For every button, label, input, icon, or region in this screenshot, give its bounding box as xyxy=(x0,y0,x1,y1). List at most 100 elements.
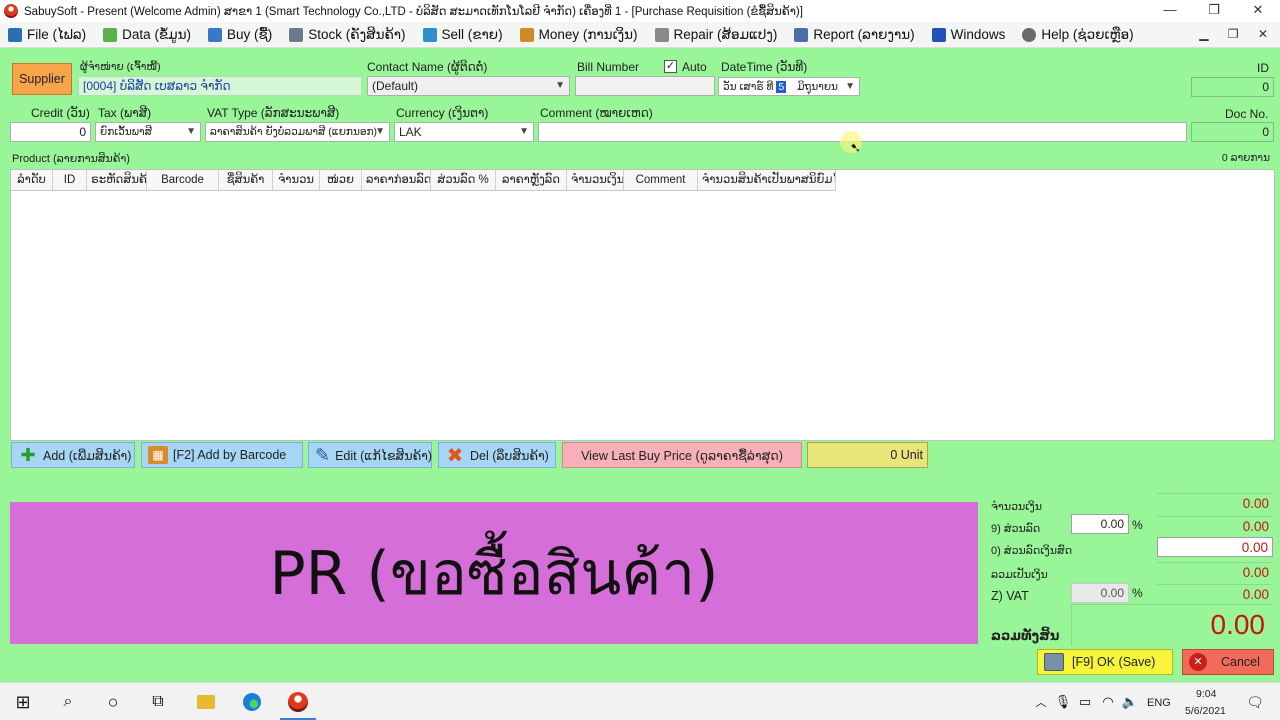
close-icon[interactable]: ✕ xyxy=(1236,0,1280,22)
currency-select[interactable]: LAK ▼ xyxy=(394,122,534,142)
microphone-icon[interactable]: 🎙 xyxy=(1053,692,1073,712)
wifi-icon[interactable]: ◠ xyxy=(1098,692,1118,712)
task-view-icon[interactable]: ⧉ xyxy=(148,692,168,712)
battery-icon[interactable]: ▭ xyxy=(1075,692,1095,712)
comment-input[interactable] xyxy=(538,122,1187,142)
add-by-barcode-button[interactable]: ▦ [F2] Add by Barcode xyxy=(141,442,303,468)
menu-stock[interactable]: Stock (ຄັງສິນຄ້າ) xyxy=(281,27,414,43)
contact-select[interactable]: (Default) ▼ xyxy=(367,76,570,96)
vat-type-label: VAT Type (ລັກສະນະພາສີ) xyxy=(207,106,340,120)
col-name[interactable]: ຊື່ສິນຄ້າ xyxy=(219,170,273,190)
credit-input[interactable]: 0 xyxy=(10,122,91,142)
windows-start-icon[interactable]: ⊞ xyxy=(13,692,33,712)
cancel-button[interactable]: ✕ Cancel xyxy=(1182,649,1274,675)
clock-date[interactable]: 5/6/2021 xyxy=(1185,705,1226,717)
col-barcode[interactable]: Barcode xyxy=(147,170,219,190)
datetime-label: DateTime (ວັນທີ) xyxy=(721,60,808,74)
subtotal-label: ລວມເປັນເງິນ xyxy=(991,569,1048,581)
mdi-controls[interactable]: ▁ ❐ ✕ xyxy=(1199,27,1276,41)
edit-product-button[interactable]: ✎ Edit (ແກ້ໄຂສິນຄ້າ) xyxy=(308,442,432,468)
add-product-button[interactable]: ✚ Add (ເພີ່ມສິນຄ້າ) xyxy=(11,442,135,468)
taskbar: ⊞ ⌕ ○ ⧉ ︿ 🎙 ▭ ◠ 🔈 ENG 9:04 5/6/2021 🗨 xyxy=(0,682,1280,720)
edge-browser-icon[interactable] xyxy=(242,692,262,712)
menu-file[interactable]: File (ໄຟລ) xyxy=(0,27,95,43)
discount-pct-input[interactable]: 0.00 xyxy=(1071,514,1129,534)
col-price-before[interactable]: ລາຄາກ່ອນລົດ xyxy=(362,170,431,190)
menu-windows[interactable]: Windows xyxy=(924,27,1015,42)
app-icon xyxy=(4,4,18,18)
product-label: Product (ລາຍການສິນຄ້າ) xyxy=(12,153,130,165)
file-explorer-icon[interactable] xyxy=(196,692,216,712)
tax-select[interactable]: ຍົກເວັ້ນພາສີ ▼ xyxy=(95,122,201,142)
col-discount-pct[interactable]: ສ່ວນລົດ % xyxy=(431,170,496,190)
col-order[interactable]: ລໍາດັບ xyxy=(11,170,53,190)
window-title: SabuySoft - Present (Welcome Admin) ສາຂາ… xyxy=(24,6,803,18)
grand-total-label: ລວມທັງສິ້ນ xyxy=(991,628,1060,643)
data-menu-icon xyxy=(103,27,118,42)
supplier-field[interactable]: [0004] ບໍລິສັດ ເບສລາວ ຈໍາກັດ xyxy=(78,76,362,96)
minimize-icon[interactable]: — xyxy=(1148,0,1192,22)
pencil-icon: ✎ xyxy=(315,444,331,465)
cortana-icon[interactable]: ○ xyxy=(103,692,123,712)
cancel-icon: ✕ xyxy=(1189,653,1207,671)
chevron-down-icon: ▼ xyxy=(845,81,855,92)
auto-checkbox[interactable]: ✓ xyxy=(664,60,677,73)
datetime-day[interactable]: 5 xyxy=(776,81,787,93)
cash-discount-input[interactable]: 0.00 xyxy=(1157,537,1273,557)
vat-pct-sign: % xyxy=(1132,586,1143,600)
menu-help[interactable]: Help (ຊ່ວຍເຫຼືອ) xyxy=(1014,27,1142,43)
col-qty[interactable]: ຈໍານວນ xyxy=(273,170,320,190)
menu-buy[interactable]: Buy (ຊື້) xyxy=(200,27,281,43)
bill-number-input[interactable] xyxy=(575,76,715,96)
volume-icon[interactable]: 🔈 xyxy=(1120,692,1140,712)
grid-header: ລໍາດັບ ID ຣະຫັດສິນຄ້າ Barcode ຊື່ສິນຄ້າ … xyxy=(11,170,836,191)
col-amount[interactable]: ຈໍານວນເງິນ xyxy=(567,170,624,190)
file-menu-icon xyxy=(8,27,22,42)
document-type-banner: PR (ขอซื้อสินค้า) xyxy=(10,502,978,644)
clock-time[interactable]: 9:04 xyxy=(1196,688,1216,700)
col-id[interactable]: ID xyxy=(53,170,87,190)
col-unit[interactable]: ໜ່ວຍ xyxy=(320,170,362,190)
notification-icon[interactable]: 🗨 xyxy=(1245,692,1265,712)
sabuysoft-app-icon[interactable] xyxy=(288,692,308,712)
supplier-button[interactable]: Supplier xyxy=(12,63,72,95)
purchase-requisition-form: Supplier ຜູ້ຈໍາໜ່າຍ (ເຈົ້າໜີ້) [0004] ບໍ… xyxy=(0,48,1280,682)
language-indicator[interactable]: ENG xyxy=(1147,697,1171,709)
vat-pct-input[interactable]: 0.00 xyxy=(1071,583,1129,603)
supplier-label: ຜູ້ຈໍາໜ່າຍ (ເຈົ້າໜີ້) xyxy=(80,61,161,73)
id-field: 0 xyxy=(1191,77,1274,97)
menu-report[interactable]: Report (ລາຍງານ) xyxy=(786,27,923,43)
currency-label: Currency (ເງິນຕາ) xyxy=(396,106,489,120)
ok-save-button[interactable]: [F9] OK (Save) xyxy=(1037,649,1173,675)
datetime-picker[interactable]: ວັນ ເສາຣ໌ ທີ 5 ມິຖຸນາຍນ ▼ xyxy=(718,77,860,96)
cursor-icon: ➷ xyxy=(850,140,861,155)
menu-money[interactable]: Money (ການເງິນ) xyxy=(512,27,647,43)
col-comment[interactable]: Comment xyxy=(624,170,698,190)
menu-repair[interactable]: Repair (ສ້ອມແປງ) xyxy=(647,27,787,43)
col-code[interactable]: ຣະຫັດສິນຄ້າ xyxy=(87,170,147,190)
money-icon xyxy=(519,27,534,42)
product-grid[interactable]: ລໍາດັບ ID ຣະຫັດສິນຄ້າ Barcode ຊື່ສິນຄ້າ … xyxy=(10,169,1275,441)
sell-icon xyxy=(422,27,437,42)
product-count: 0 ລາຍການ xyxy=(1221,152,1270,164)
banner-text: PR (ขอซื้อสินค้า) xyxy=(269,538,719,609)
search-icon[interactable]: ⌕ xyxy=(58,692,78,712)
cash-discount-label: 0) ສ່ວນລົດເງິນສົດ xyxy=(991,545,1073,557)
chevron-down-icon: ▼ xyxy=(555,80,565,91)
chevron-up-icon[interactable]: ︿ xyxy=(1031,692,1051,712)
menu-sell[interactable]: Sell (ຂາຍ) xyxy=(415,27,512,43)
discount-value: 0.00 xyxy=(1157,516,1273,536)
delete-product-button[interactable]: ✖ Del (ລຶບສິນຄ້າ) xyxy=(438,442,556,468)
col-price-after[interactable]: ລາຄາຫຼັງລົດ xyxy=(496,170,567,190)
credit-label: Credit (ວັນ) xyxy=(31,106,90,120)
stock-icon xyxy=(289,27,304,42)
view-last-buy-price-button[interactable]: View Last Buy Price (ດູລາຄາຊື້ລ່າສຸດ) xyxy=(562,442,802,468)
menu-data[interactable]: Data (ຂໍ້ມູນ) xyxy=(95,27,200,43)
menu-bar: File (ໄຟລ) Data (ຂໍ້ມູນ) Buy (ຊື້) Stock… xyxy=(0,22,1280,48)
subtotal-value: 0.00 xyxy=(1157,562,1273,582)
plus-icon: ✚ xyxy=(20,444,36,465)
vat-value: 0.00 xyxy=(1157,584,1273,604)
restore-icon[interactable]: ❐ xyxy=(1192,0,1236,22)
vat-type-select[interactable]: ລາຄາສິນຄ້າ ຍັງບໍ່ລວມພາສີ (ແຍກນອກ) ▼ xyxy=(205,122,390,142)
col-stock-qty[interactable]: ຈໍານວນສິນຄ້າເປັນພາສນິຍົມໄດ້ xyxy=(698,170,836,190)
